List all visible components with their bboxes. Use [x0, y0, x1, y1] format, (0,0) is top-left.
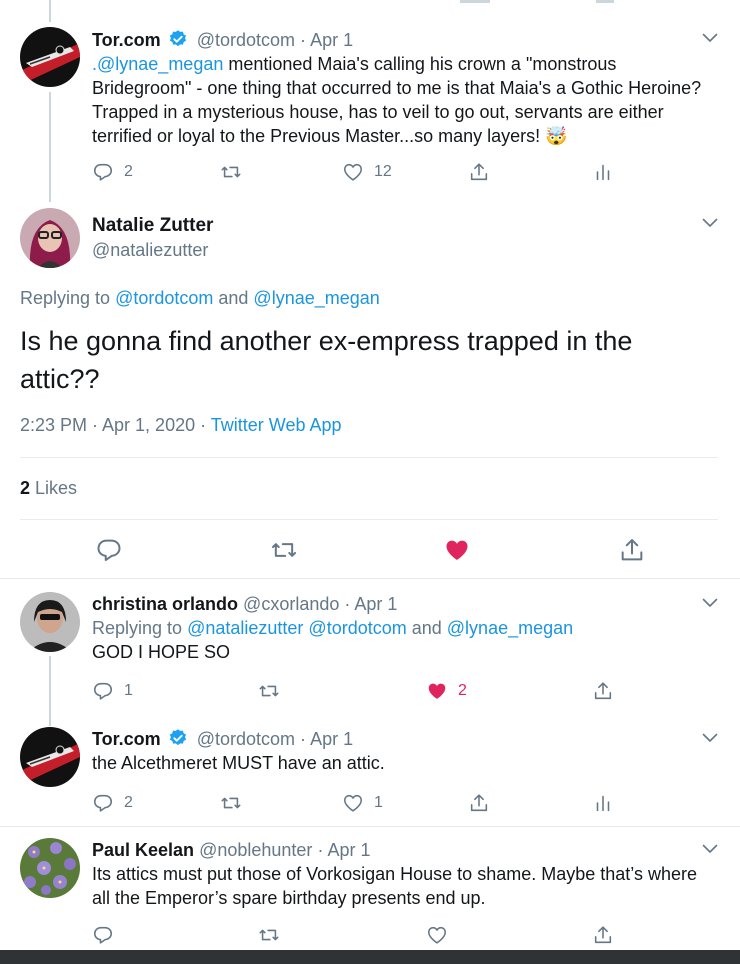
handle[interactable]: @cxorlando	[243, 594, 339, 614]
share-icon	[592, 924, 614, 946]
mention-link[interactable]: @tordotcom	[308, 618, 406, 638]
tweet-date[interactable]: Apr 1	[354, 594, 397, 614]
separator: ·	[344, 594, 351, 614]
tweet-date[interactable]: Apr 1	[327, 840, 370, 860]
handle[interactable]: @tordotcom	[197, 729, 295, 749]
replying-prefix: Replying to	[92, 618, 188, 638]
tweet-cxorlando[interactable]: christina orlando @cxorlando · Apr 1 Rep…	[0, 580, 740, 710]
tweet-text: GOD I HOPE SO	[92, 642, 231, 662]
display-name[interactable]: Paul Keelan	[92, 840, 194, 860]
replying-prefix: Replying to	[20, 288, 116, 308]
retweet-icon	[258, 680, 280, 702]
share-icon	[468, 792, 490, 814]
reply-button[interactable]: 2	[92, 791, 133, 815]
retweet-button[interactable]	[258, 923, 280, 947]
retweet-icon	[220, 792, 242, 814]
tweet-text: Is he gonna find another ex-empress trap…	[20, 326, 633, 394]
tweet-text: Its attics must put those of Vorkosigan …	[92, 864, 697, 908]
handle[interactable]: @noblehunter	[199, 840, 312, 860]
divider	[20, 519, 718, 520]
mention-link[interactable]: @lynae_megan	[447, 618, 573, 638]
reply-count: 1	[124, 682, 133, 699]
display-name[interactable]: Natalie Zutter	[92, 215, 213, 237]
reply-count: 2	[124, 794, 133, 811]
avatar[interactable]	[20, 727, 80, 787]
like-button[interactable]	[426, 923, 448, 947]
reply-icon	[92, 792, 114, 814]
like-icon	[342, 792, 364, 814]
likes-summary[interactable]: 2 Likes	[20, 478, 77, 499]
tweet-time[interactable]: 2:23 PM · Apr 1, 2020 ·	[20, 415, 211, 435]
share-icon	[592, 680, 614, 702]
reply-button[interactable]	[92, 923, 114, 947]
likes-count: 2	[20, 478, 31, 498]
mention-link[interactable]: @nataliezutter	[187, 618, 303, 638]
section-divider	[0, 578, 740, 579]
share-button[interactable]	[468, 791, 490, 815]
source-app-link[interactable]: Twitter Web App	[211, 415, 342, 435]
like-button-liked[interactable]: 2	[426, 679, 467, 703]
retweet-icon	[258, 924, 280, 946]
likes-label: Likes	[30, 478, 78, 498]
tweet-tordotcom-2[interactable]: Tor.com @tordotcom · Apr 1 the Alcethmer…	[0, 715, 740, 830]
like-count: 2	[458, 682, 467, 699]
like-count: 1	[374, 794, 383, 811]
bottom-edge-bar	[0, 950, 740, 964]
avatar[interactable]	[20, 838, 80, 898]
retweet-button[interactable]	[258, 679, 280, 703]
chevron-down-icon[interactable]	[702, 844, 718, 854]
like-button-liked[interactable]	[443, 536, 471, 564]
tweet-actions: 2 1	[92, 791, 622, 815]
retweet-icon	[270, 536, 298, 564]
verified-icon	[168, 728, 188, 748]
reply-button[interactable]: 1	[92, 679, 133, 703]
retweet-button[interactable]	[220, 791, 242, 815]
reply-button[interactable]	[95, 536, 123, 564]
replying-and: and	[406, 618, 447, 638]
display-name[interactable]: Tor.com	[92, 729, 161, 749]
mention-link[interactable]: @tordotcom	[115, 288, 213, 308]
tweet-actions: 1 2	[92, 679, 622, 703]
tweet-actions	[92, 923, 622, 947]
reply-icon	[92, 680, 114, 702]
like-icon	[443, 536, 471, 564]
share-button[interactable]	[592, 923, 614, 947]
tweet-timestamp: 2:23 PM · Apr 1, 2020 · Twitter Web App	[20, 415, 342, 436]
analytics-icon	[592, 792, 614, 814]
retweet-button[interactable]	[270, 536, 298, 564]
avatar[interactable]	[20, 592, 80, 652]
share-button[interactable]	[592, 679, 614, 703]
tweet-date[interactable]: Apr 1	[310, 729, 353, 749]
reply-icon	[95, 536, 123, 564]
chevron-down-icon[interactable]	[702, 218, 718, 228]
handle[interactable]: @nataliezutter	[92, 240, 208, 261]
like-icon	[426, 924, 448, 946]
separator: ·	[300, 729, 307, 749]
like-button[interactable]: 1	[342, 791, 383, 815]
tweet-noblehunter[interactable]: Paul Keelan @noblehunter · Apr 1 Its att…	[0, 826, 740, 950]
focused-tweet: Natalie Zutter @nataliezutter Replying t…	[0, 0, 740, 580]
replying-to: Replying to @tordotcom and @lynae_megan	[20, 288, 380, 309]
divider	[20, 457, 718, 458]
replying-and: and	[213, 288, 254, 308]
avatar[interactable]	[20, 208, 80, 268]
tweet-text: the Alcethmeret MUST have an attic.	[92, 753, 385, 773]
chevron-down-icon[interactable]	[702, 733, 718, 743]
share-icon	[618, 536, 646, 564]
replying-to: Replying to @nataliezutter @tordotcom an…	[92, 616, 710, 640]
like-icon	[426, 680, 448, 702]
share-button[interactable]	[618, 536, 646, 564]
reply-icon	[92, 924, 114, 946]
analytics-button[interactable]	[592, 791, 614, 815]
chevron-down-icon[interactable]	[702, 598, 718, 608]
display-name[interactable]: christina orlando	[92, 594, 238, 614]
mention-link[interactable]: @lynae_megan	[253, 288, 379, 308]
separator: ·	[317, 840, 324, 860]
